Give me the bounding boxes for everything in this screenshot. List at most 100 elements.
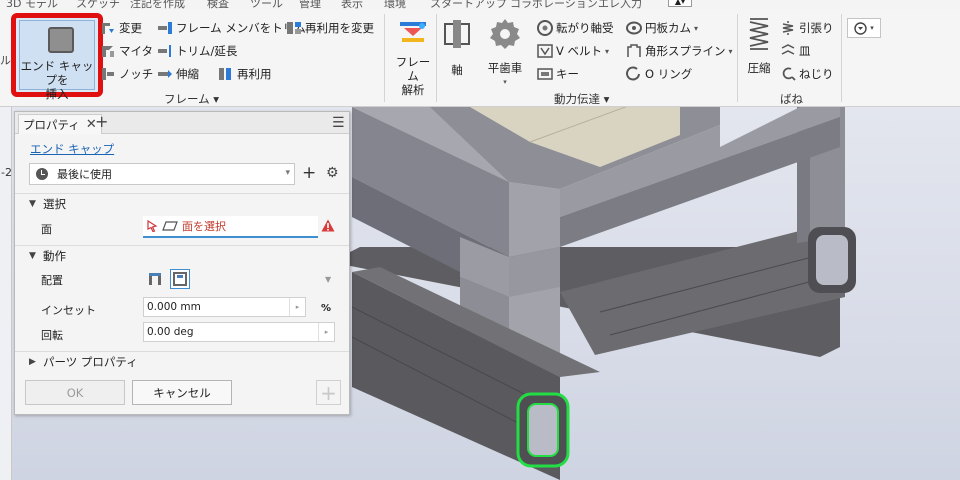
tab-collaborate[interactable]: コラボレーション [510,0,598,10]
bearing-icon [537,20,553,36]
section-part-properties-label: パーツ プロパティ [43,354,138,369]
gear-icon[interactable]: ⚙ [326,165,339,181]
section-part-properties-header[interactable]: ▶ パーツ プロパティ [15,351,349,371]
section-select-header[interactable]: ▼ 選択 [15,193,349,213]
key-button[interactable]: キー [537,64,579,84]
chevron-down-icon[interactable]: ▼ [325,275,331,284]
extension-spring-button[interactable]: 引張り [780,18,834,38]
face-icon [162,221,178,231]
tab-environments[interactable]: 環境 [384,0,406,10]
o-ring-button[interactable]: O リング [626,64,692,84]
tab-electromechanical[interactable]: エレ入力 [598,0,642,10]
v-belt-icon [537,44,553,58]
expand-arrow-icon[interactable]: ▸ [318,323,334,341]
inset-field[interactable]: 0.000 mm ▸ [143,297,306,317]
preset-select[interactable]: 最後に使用 ▾ [29,163,295,185]
trim-extend-label: トリム/延長 [176,44,238,58]
miter-label: マイタ [119,44,154,58]
add-tab-icon[interactable]: + [95,114,108,130]
placement-inset-icon [173,272,187,286]
tab-annotate[interactable]: 注記を作成 [130,0,185,10]
compression-spring-label: 圧縮 [747,61,771,75]
lengthen-button[interactable]: 伸縮 [157,64,199,84]
o-ring-label: O リング [645,67,693,81]
tab-getstarted[interactable]: スタートアップ [430,0,507,10]
v-belt-dropdown-icon[interactable]: ▾ [605,47,609,56]
tab-3d-model[interactable]: 3D モデル [6,0,58,10]
frame-analysis-icon [400,22,426,42]
face-label: 面 [41,223,52,236]
properties-panel: プロパティ ✕ + ☰ エンド キャップ 最後に使用 ▾ + ⚙ ▼ 選択 面 … [14,111,350,415]
belleville-spring-button[interactable]: 皿 [780,41,811,61]
placement-option-inset[interactable] [170,269,190,289]
power-transmission-group-label[interactable]: 動力伝達 ▾ [554,91,609,107]
placement-options [145,269,190,289]
change-reuse-button[interactable]: 再利用を変更 [286,18,374,38]
ribbon-options-icon[interactable]: ▲▾ [668,0,692,7]
frame-analysis-button[interactable]: フレーム 解析 [392,16,434,97]
inset-unit-toggle[interactable]: % [321,303,331,314]
spline-icon [627,44,641,57]
apply-button[interactable]: + [316,380,341,405]
placement-option-flush[interactable] [145,269,165,289]
cancel-button[interactable]: キャンセル [132,380,232,405]
tab-view[interactable]: 表示 [341,0,363,10]
tab-sketch[interactable]: スケッチ [76,0,120,10]
miter-icon [102,46,114,57]
tab-manage[interactable]: 管理 [299,0,321,10]
panel-tab-bar: プロパティ ✕ + ☰ [15,112,349,134]
spur-gear-button[interactable]: 平歯車 ▾ [484,16,526,89]
extension-spring-icon [782,21,794,35]
spur-gear-label: 平歯車 [487,61,523,75]
trim-extend-button[interactable]: トリム/延長 [157,41,237,61]
ribbon-panel: ル エンド キャップを 挿入 変更 マイタ ノッチ フレーム メンバをトリム ト… [0,10,960,107]
cursor-arrow-icon [147,220,158,232]
torsion-spring-button[interactable]: ねじり [780,64,834,84]
insert-end-cap-button[interactable]: エンド キャップを 挿入 [11,13,103,101]
shaft-icon [444,20,470,48]
compression-spring-button[interactable]: 圧縮 [743,16,775,75]
spline-label: 角形スプライン [645,44,726,58]
corner-block-front [509,182,560,257]
spring-group-label: ばね [780,92,803,106]
rotation-label: 回転 [41,329,63,342]
ok-button[interactable]: OK [25,380,125,405]
reuse-button[interactable]: 再利用 [218,64,272,84]
trim-frame-member-button[interactable]: フレーム メンバをトリム [157,18,306,38]
disc-cam-button[interactable]: 円板カム ▾ [626,18,698,38]
spur-gear-dropdown-icon[interactable]: ▾ [484,75,526,89]
menu-icon[interactable]: ☰ [332,116,345,130]
compression-spring-icon [749,18,769,50]
tab-tools[interactable]: ツール [250,0,283,10]
extension-spring-label: 引張り [799,21,834,35]
bearing-button[interactable]: 転がり軸受 [537,18,614,38]
end-cap-command-link[interactable]: エンド キャップ [30,141,114,157]
face-selector[interactable]: 面を選択 [143,216,318,238]
face-placeholder: 面を選択 [182,220,226,233]
separator [841,14,842,102]
disc-cam-dropdown-icon[interactable]: ▾ [694,24,698,33]
ribbon-overflow-button[interactable]: ▾ [847,18,881,38]
expanded-icon: ▼ [29,198,36,209]
expand-arrow-icon[interactable]: ▸ [289,298,305,316]
rotation-field[interactable]: 0.00 deg ▸ [143,322,335,342]
change-reuse-icon [287,22,301,34]
notch-button[interactable]: ノッチ [100,64,153,84]
v-belt-button[interactable]: V ベルト ▾ [537,41,609,61]
add-preset-icon[interactable]: + [302,164,316,182]
disc-cam-label: 円板カム [645,21,691,35]
frame-group-label[interactable]: フレーム ▾ [164,91,219,107]
properties-tab[interactable]: プロパティ ✕ [18,114,102,134]
torsion-spring-icon [782,67,796,81]
inset-value: 0.000 mm [147,301,201,313]
tab-inspect[interactable]: 検査 [207,0,229,10]
spline-button[interactable]: 角形スプライン ▾ [626,41,733,61]
chevron-down-icon: ▾ [870,24,874,32]
disc-cam-icon [626,21,642,35]
spline-dropdown-icon[interactable]: ▾ [729,47,733,56]
miter-button[interactable]: マイタ [100,41,153,61]
change-button[interactable]: 変更 [100,18,142,38]
shaft-button[interactable]: 軸 [442,18,472,77]
rotation-value: 0.00 deg [147,326,194,338]
section-action-header[interactable]: ▼ 動作 [15,245,349,265]
